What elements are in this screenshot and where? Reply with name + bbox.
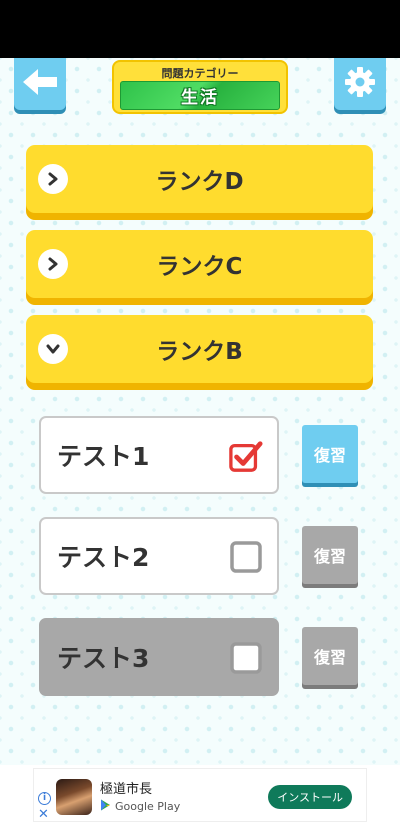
- arrow-left-icon: [21, 67, 59, 101]
- install-button[interactable]: インストール: [268, 785, 352, 809]
- review-button-1[interactable]: 復習: [302, 425, 358, 483]
- back-button[interactable]: [14, 58, 66, 110]
- status-bar: [0, 0, 400, 58]
- info-icon[interactable]: i: [38, 792, 51, 805]
- test-label: テスト1: [57, 442, 150, 471]
- close-icon[interactable]: ✕: [38, 807, 49, 822]
- ad-banner[interactable]: i ✕ 極道市長 Google Play インストール: [33, 768, 367, 822]
- test-card-3[interactable]: テスト3: [39, 618, 279, 696]
- ad-title: 極道市長: [100, 782, 153, 797]
- rank-button-d[interactable]: ランクD: [26, 145, 373, 213]
- checkbox-empty-icon: [229, 540, 263, 574]
- settings-button[interactable]: [334, 58, 386, 110]
- rank-label: ランクC: [156, 254, 243, 280]
- test-label: テスト3: [57, 644, 150, 673]
- test-card-2[interactable]: テスト2: [39, 517, 279, 595]
- category-badge: 問題カテゴリー 生活: [112, 60, 288, 114]
- google-play-icon: [100, 799, 111, 814]
- checkbox-checked-icon: [229, 439, 263, 473]
- ad-app-thumbnail[interactable]: [56, 779, 92, 815]
- category-caption: 問題カテゴリー: [161, 67, 239, 80]
- rank-button-b[interactable]: ランクB: [26, 315, 373, 383]
- gear-icon: [344, 66, 376, 102]
- test-card-1[interactable]: テスト1: [39, 416, 279, 494]
- checkbox-empty-icon: [229, 641, 263, 675]
- rank-button-c[interactable]: ランクC: [26, 230, 373, 298]
- app-area: 問題カテゴリー 生活 ランクD ランクC ランクB テスト1 復習 テスト2 復…: [0, 58, 400, 765]
- review-button-3[interactable]: 復習: [302, 627, 358, 685]
- rank-label: ランクB: [156, 339, 243, 365]
- category-plate: 生活: [120, 81, 280, 110]
- test-label: テスト2: [57, 543, 150, 572]
- category-name: 生活: [181, 88, 219, 108]
- review-button-2[interactable]: 復習: [302, 526, 358, 584]
- ad-store: Google Play: [100, 799, 180, 814]
- rank-label: ランクD: [155, 169, 244, 195]
- ad-store-label: Google Play: [115, 800, 181, 813]
